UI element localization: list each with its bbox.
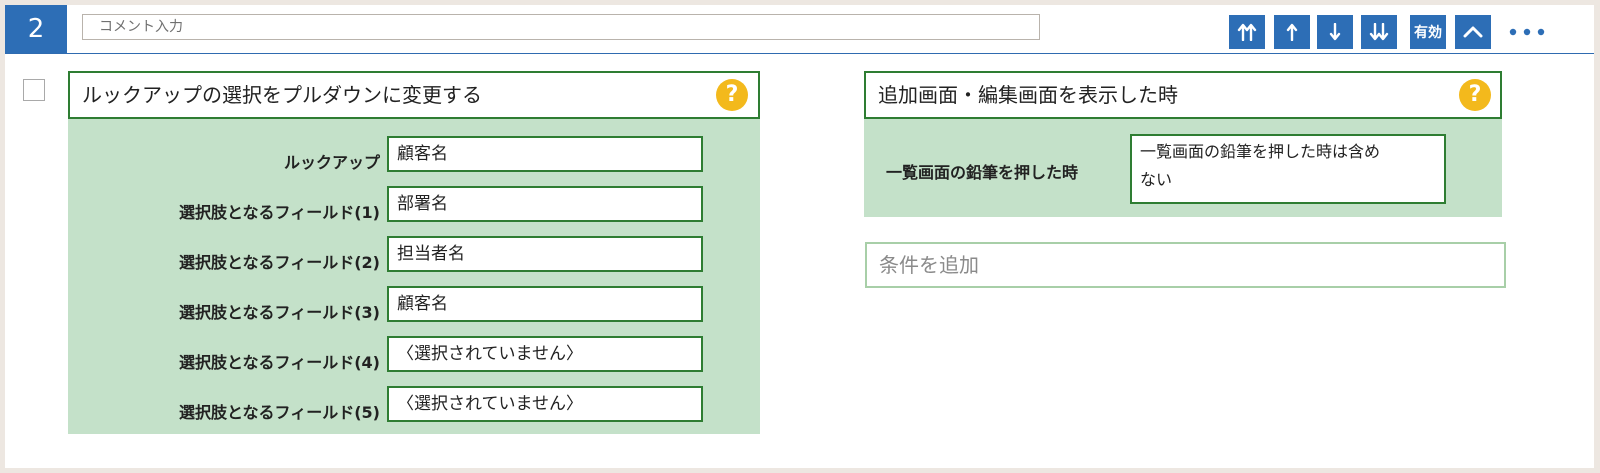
double-arrow-down-icon <box>1369 23 1389 41</box>
lookup-select[interactable]: 顧客名 <box>387 136 703 172</box>
condition-value-line-1: 一覧画面の鉛筆を押した時は含め <box>1140 142 1381 161</box>
comment-input[interactable] <box>82 14 1040 40</box>
double-arrow-up-icon <box>1237 23 1257 41</box>
condition-select[interactable]: 一覧画面の鉛筆を押した時は含め ない <box>1130 134 1446 204</box>
choice-field-5-select[interactable]: 〈選択されていません〉 <box>387 386 703 422</box>
move-bottom-button[interactable] <box>1361 15 1397 49</box>
choice-field-2-label: 選択肢となるフィールド(2) <box>179 253 380 272</box>
arrow-down-icon <box>1329 23 1341 41</box>
left-panel-title: ルックアップの選択をプルダウンに変更する <box>68 71 760 119</box>
choice-field-3-label: 選択肢となるフィールド(3) <box>179 303 380 322</box>
right-panel-body: 一覧画面の鉛筆を押した時 一覧画面の鉛筆を押した時は含め ない <box>864 119 1502 217</box>
more-horizontal-icon <box>1509 28 1545 36</box>
rule-header: 2 有効 <box>5 5 1594 54</box>
move-down-button[interactable] <box>1317 15 1353 49</box>
choice-field-1-label: 選択肢となるフィールド(1) <box>179 203 380 222</box>
rule-card: 2 有効 <box>5 5 1594 468</box>
help-icon[interactable]: ? <box>716 79 748 111</box>
help-icon[interactable]: ? <box>1459 79 1491 111</box>
choice-field-4-select[interactable]: 〈選択されていません〉 <box>387 336 703 372</box>
left-panel-title-text: ルックアップの選択をプルダウンに変更する <box>82 83 482 107</box>
left-panel-body: ルックアップ 顧客名 選択肢となるフィールド(1) 部署名 選択肢となるフィール… <box>68 119 760 434</box>
collapse-button[interactable] <box>1455 15 1491 49</box>
choice-field-1-select[interactable]: 部署名 <box>387 186 703 222</box>
choice-field-5-label: 選択肢となるフィールド(5) <box>179 403 380 422</box>
chevron-up-icon <box>1463 26 1483 38</box>
choice-field-2-select[interactable]: 担当者名 <box>387 236 703 272</box>
arrow-up-icon <box>1286 23 1298 41</box>
help-glyph: ? <box>1468 82 1482 107</box>
condition-label: 一覧画面の鉛筆を押した時 <box>886 163 1079 182</box>
rule-number: 2 <box>5 5 67 53</box>
move-up-button[interactable] <box>1274 15 1310 49</box>
condition-value-line-2: ない <box>1140 170 1173 189</box>
rule-select-checkbox[interactable] <box>23 79 45 101</box>
help-glyph: ? <box>725 82 739 107</box>
choice-field-3-select[interactable]: 顧客名 <box>387 286 703 322</box>
add-condition-button[interactable]: 条件を追加 <box>865 242 1506 288</box>
choice-field-4-label: 選択肢となるフィールド(4) <box>179 353 380 372</box>
enabled-label: 有効 <box>1414 25 1442 41</box>
right-panel-title-text: 追加画面・編集画面を表示した時 <box>878 83 1178 107</box>
more-button[interactable] <box>1505 15 1549 49</box>
move-top-button[interactable] <box>1229 15 1265 49</box>
enabled-toggle-button[interactable]: 有効 <box>1410 15 1446 49</box>
right-panel-title: 追加画面・編集画面を表示した時 <box>864 71 1502 119</box>
lookup-label: ルックアップ <box>283 153 380 172</box>
add-condition-label: 条件を追加 <box>879 253 979 277</box>
